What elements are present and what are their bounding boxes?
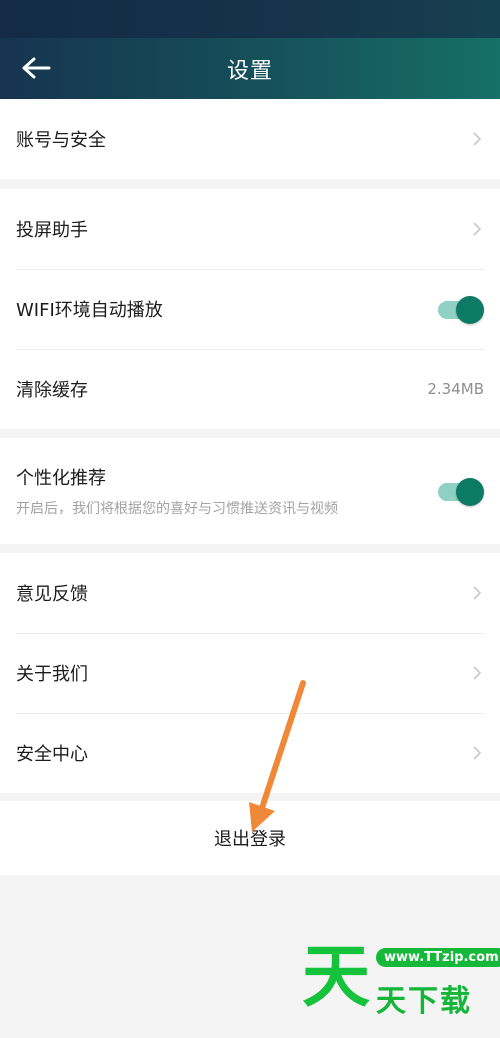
chevron-right-icon (470, 129, 484, 149)
personalized-recommendation-label: 个性化推荐 (16, 468, 106, 489)
cast-assistant-label: 投屏助手 (16, 220, 88, 241)
cast-assistant-item[interactable]: 投屏助手 (0, 189, 500, 269)
personalized-recommendation-description: 开启后，我们将根据您的喜好与习惯推送资讯与视频 (16, 501, 338, 517)
logout-label: 退出登录 (214, 829, 286, 850)
account-section: 账号与安全 (0, 99, 500, 179)
chevron-right-icon (470, 583, 484, 603)
clear-cache-item[interactable]: 清除缓存 2.34MB (0, 349, 500, 429)
security-center-item[interactable]: 安全中心 (0, 713, 500, 793)
top-bar: 设置 (0, 38, 500, 99)
personalized-recommendation-toggle[interactable] (438, 478, 484, 506)
chevron-right-icon (470, 663, 484, 683)
logout-button[interactable]: 退出登录 (0, 801, 500, 875)
watermark-glyph: 天 (302, 938, 371, 1017)
account-security-label: 账号与安全 (16, 130, 106, 151)
page-title: 设置 (226, 58, 273, 84)
playback-section: 投屏助手 WIFI环境自动播放 清除缓存 2.34MB (0, 189, 500, 429)
watermark-logo: 天 www.TTzip.com 天下载 (300, 938, 500, 1019)
about-us-label: 关于我们 (16, 664, 88, 685)
recommendation-section: 个性化推荐 开启后，我们将根据您的喜好与习惯推送资讯与视频 (0, 438, 500, 544)
cache-size-value: 2.34MB (427, 380, 484, 398)
about-us-item[interactable]: 关于我们 (0, 633, 500, 713)
security-center-label: 安全中心 (16, 744, 88, 765)
feedback-label: 意见反馈 (16, 584, 88, 605)
watermark-text: 天下载 (376, 984, 472, 1019)
wifi-autoplay-item: WIFI环境自动播放 (0, 269, 500, 349)
clear-cache-label: 清除缓存 (16, 380, 88, 401)
back-button[interactable] (14, 48, 58, 88)
feedback-item[interactable]: 意见反馈 (0, 553, 500, 633)
wifi-autoplay-toggle[interactable] (438, 296, 484, 324)
personalized-recommendation-item: 个性化推荐 开启后，我们将根据您的喜好与习惯推送资讯与视频 (0, 438, 500, 544)
toggle-knob (456, 478, 484, 506)
chevron-right-icon (470, 743, 484, 763)
watermark-url: www.TTzip.com (376, 948, 500, 967)
support-section: 意见反馈 关于我们 安全中心 (0, 553, 500, 793)
status-bar (0, 0, 500, 38)
account-security-item[interactable]: 账号与安全 (0, 99, 500, 179)
chevron-right-icon (470, 219, 484, 239)
toggle-knob (456, 296, 484, 324)
back-arrow-icon (22, 57, 51, 79)
wifi-autoplay-label: WIFI环境自动播放 (16, 300, 163, 321)
